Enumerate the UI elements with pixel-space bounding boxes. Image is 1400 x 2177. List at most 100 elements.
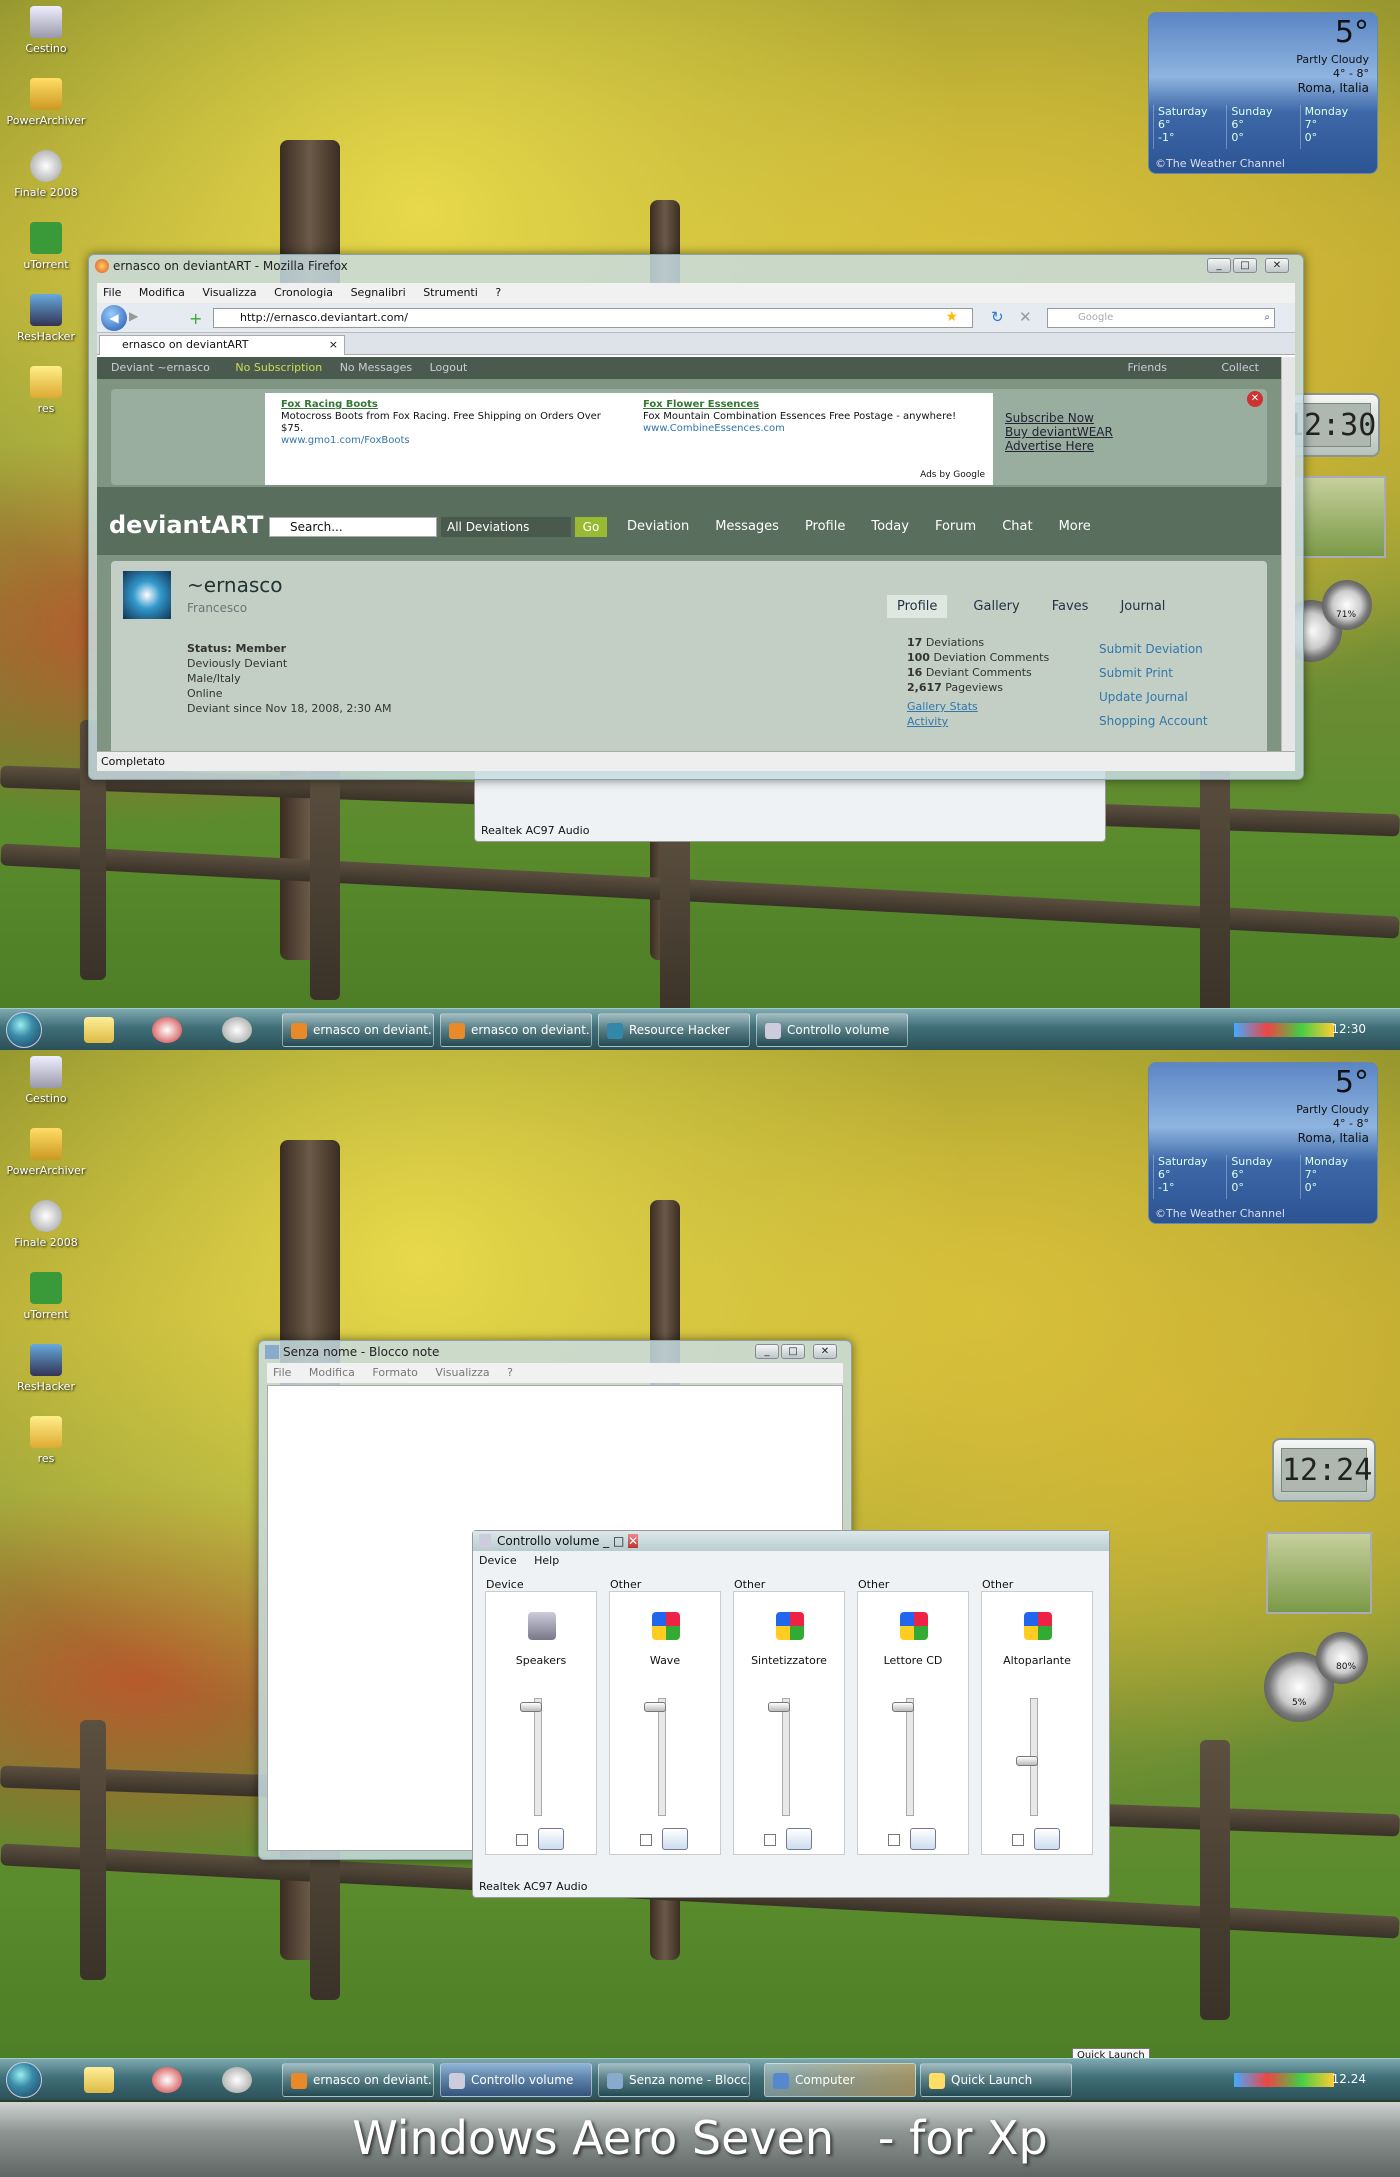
taskbar-button-firefox[interactable]: ernasco on deviant...: [282, 2063, 434, 2097]
menu-modifica[interactable]: Modifica: [139, 286, 185, 299]
weather-gadget[interactable]: 5° Partly Cloudy 4° - 8° Roma, Italia Sa…: [1148, 1062, 1378, 1224]
desktop-icon-reshacker[interactable]: ResHacker: [6, 1344, 86, 1416]
opera-quicklaunch-icon[interactable]: [152, 2067, 182, 2093]
minimize-button[interactable]: _: [603, 1534, 609, 1548]
menu-strumenti[interactable]: Strumenti: [423, 286, 478, 299]
nav-profile[interactable]: Profile: [805, 519, 845, 534]
media-quicklaunch-icon[interactable]: [222, 2067, 252, 2093]
tab-faves[interactable]: Faves: [1046, 595, 1095, 618]
mute-checkbox[interactable]: [516, 1834, 528, 1846]
maximize-button[interactable]: □: [1233, 258, 1257, 273]
tab-gallery[interactable]: Gallery: [967, 595, 1025, 618]
menu-help[interactable]: ?: [495, 286, 501, 299]
tray-icons[interactable]: [1234, 2073, 1334, 2087]
new-tab-icon[interactable]: +: [189, 309, 202, 328]
maximize-button[interactable]: □: [781, 1344, 805, 1359]
search-icon[interactable]: ⌕: [1264, 309, 1270, 327]
desktop-icon-powerarchiver[interactable]: PowerArchiver: [6, 78, 86, 150]
window-titlebar[interactable]: ernasco on deviantART - Mozilla Firefox …: [89, 255, 1303, 277]
minimize-button[interactable]: _: [1207, 258, 1231, 273]
tab-close-icon[interactable]: ×: [329, 336, 338, 354]
volume-slider-thumb[interactable]: [892, 1702, 914, 1712]
close-button[interactable]: ✕: [1265, 258, 1289, 273]
tab-profile[interactable]: Profile: [887, 595, 948, 618]
nav-messages[interactable]: Messages: [715, 519, 779, 534]
desktop-icon-reshacker[interactable]: ResHacker: [6, 294, 86, 366]
scrollbar[interactable]: [1281, 357, 1295, 751]
da-search-input[interactable]: Search...: [269, 517, 437, 537]
desktop-icon-recycle[interactable]: Cestino: [6, 1056, 86, 1128]
taskbar-button-notepad[interactable]: Senza nome - Blocc...: [598, 2063, 750, 2097]
mute-button[interactable]: [1034, 1828, 1060, 1850]
start-button[interactable]: [6, 2062, 42, 2098]
minimize-button[interactable]: _: [755, 1344, 779, 1359]
forward-button[interactable]: ▶: [129, 309, 149, 327]
slideshow-gadget[interactable]: [1266, 1532, 1372, 1614]
desktop-icon-res-folder[interactable]: res: [6, 366, 86, 438]
tab-journal[interactable]: Journal: [1114, 595, 1171, 618]
menu-segnalibri[interactable]: Segnalibri: [351, 286, 406, 299]
explorer-quicklaunch-icon[interactable]: [84, 2067, 114, 2093]
volume-slider[interactable]: [534, 1698, 542, 1816]
menu-file[interactable]: File: [103, 286, 121, 299]
close-button[interactable]: ✕: [628, 1534, 639, 1548]
tray-clock[interactable]: 12:30: [1331, 1022, 1366, 1036]
mute-button[interactable]: [786, 1828, 812, 1850]
taskbar-button-volume[interactable]: Controllo volume: [440, 2063, 592, 2097]
tray-icons[interactable]: [1234, 1023, 1334, 1037]
nav-today[interactable]: Today: [871, 519, 909, 534]
go-button[interactable]: Go: [575, 517, 607, 537]
taskbar-button-volume[interactable]: Controllo volume: [756, 1013, 908, 1047]
tab-ernasco[interactable]: ernasco on deviantART ×: [99, 335, 345, 355]
mute-checkbox[interactable]: [888, 1834, 900, 1846]
cpu-meter-gadget[interactable]: 5% 80%: [1264, 1632, 1368, 1732]
close-button[interactable]: ✕: [813, 1344, 837, 1359]
reload-icon[interactable]: ↻: [991, 308, 1004, 326]
menu-visualizza[interactable]: Visualizza: [202, 286, 256, 299]
ad-title-1[interactable]: Fox Racing Boots: [281, 399, 621, 411]
opera-quicklaunch-icon[interactable]: [152, 1017, 182, 1043]
desktop-icon-res-folder[interactable]: res: [6, 1416, 86, 1488]
address-bar[interactable]: http://ernasco.deviantart.com/ ★: [213, 308, 973, 328]
desktop-icon-powerarchiver[interactable]: PowerArchiver: [6, 1128, 86, 1200]
mute-button[interactable]: [910, 1828, 936, 1850]
nav-forum[interactable]: Forum: [935, 519, 976, 534]
volume-titlebar[interactable]: Controllo volume _ □ ✕: [473, 1531, 1109, 1551]
menu-cronologia[interactable]: Cronologia: [274, 286, 333, 299]
mute-checkbox[interactable]: [1012, 1834, 1024, 1846]
avatar[interactable]: [123, 571, 171, 619]
taskbar-button-computer[interactable]: Computer: [764, 2063, 916, 2097]
mute-checkbox[interactable]: [640, 1834, 652, 1846]
weather-channel-link[interactable]: ©The Weather Channel: [1155, 157, 1285, 170]
clock-gadget[interactable]: 12:24: [1272, 1438, 1376, 1502]
mute-checkbox[interactable]: [764, 1834, 776, 1846]
volume-slider[interactable]: [906, 1698, 914, 1816]
volume-slider-thumb[interactable]: [1016, 1756, 1038, 1766]
nav-chat[interactable]: Chat: [1002, 519, 1032, 534]
volume-slider[interactable]: [782, 1698, 790, 1816]
nav-more[interactable]: More: [1059, 519, 1091, 534]
taskbar-button-quicklaunch[interactable]: Quick Launch: [920, 2063, 1072, 2097]
taskbar-button-firefox-2[interactable]: ernasco on deviant...: [440, 1013, 592, 1047]
scope-select[interactable]: All Deviations: [441, 517, 571, 537]
start-button[interactable]: [6, 1012, 42, 1048]
mute-button[interactable]: [538, 1828, 564, 1850]
close-ad-icon[interactable]: ✕: [1247, 391, 1263, 407]
taskbar-button-firefox-1[interactable]: ernasco on deviant...: [282, 1013, 434, 1047]
deviantart-logo[interactable]: deviantART: [109, 511, 263, 539]
desktop-icon-finale[interactable]: Finale 2008: [6, 1200, 86, 1272]
user-menu[interactable]: Deviant ~ernasco: [111, 361, 210, 374]
media-quicklaunch-icon[interactable]: [222, 1017, 252, 1043]
explorer-quicklaunch-icon[interactable]: [84, 1017, 114, 1043]
mute-button[interactable]: [662, 1828, 688, 1850]
tray-clock[interactable]: 12.24: [1332, 2072, 1366, 2086]
volume-window[interactable]: Controllo volume _ □ ✕ Device Help Devic…: [472, 1530, 1110, 1898]
search-input[interactable]: Google ⌕: [1047, 308, 1275, 328]
taskbar-button-reshacker[interactable]: Resource Hacker: [598, 1013, 750, 1047]
volume-slider-thumb[interactable]: [644, 1702, 666, 1712]
desktop-icon-recycle[interactable]: Cestino: [6, 6, 86, 78]
firefox-window[interactable]: ernasco on deviantART - Mozilla Firefox …: [88, 254, 1304, 780]
maximize-button[interactable]: □: [613, 1534, 624, 1548]
nav-deviation[interactable]: Deviation: [627, 519, 689, 534]
desktop-icon-finale[interactable]: Finale 2008: [6, 150, 86, 222]
